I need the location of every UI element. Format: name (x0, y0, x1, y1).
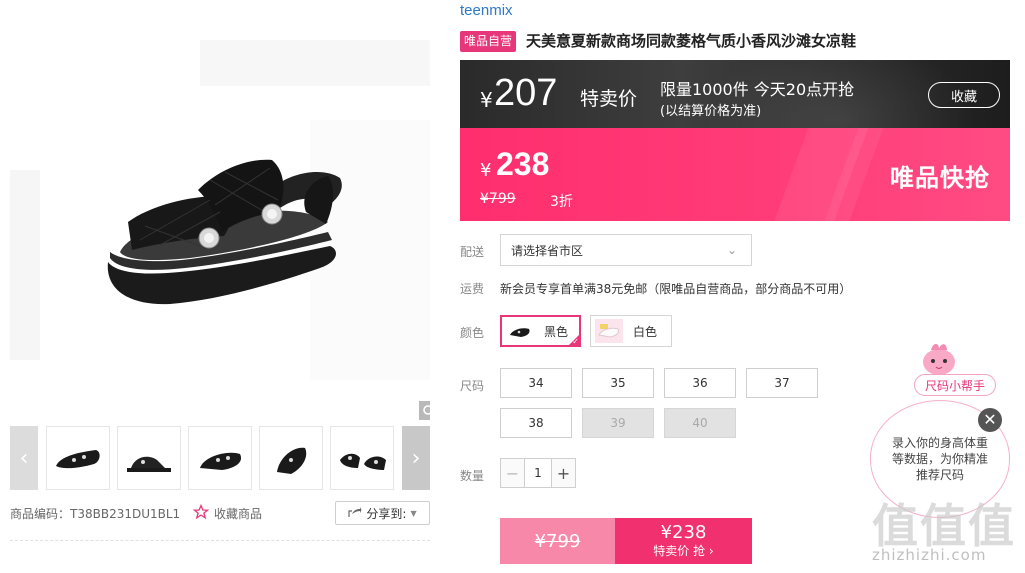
divider (10, 540, 430, 541)
share-button[interactable]: 分享到: ▼ (335, 501, 430, 525)
size-option[interactable]: 38 (500, 408, 572, 438)
thumbnail[interactable] (46, 426, 110, 490)
original-price: ¥799 (480, 191, 516, 207)
flash-price-note: (以结算价格为准) (660, 104, 762, 119)
share-icon (348, 506, 362, 521)
zoom-icon[interactable] (419, 401, 430, 420)
collect-button[interactable]: 收藏 (928, 82, 1000, 108)
brand-link[interactable]: teenmix (460, 2, 513, 19)
size-option[interactable]: 35 (582, 368, 654, 398)
thumbnail-strip: ‹ › (10, 426, 430, 490)
size-option[interactable]: 34 (500, 368, 572, 398)
size-option[interactable]: 37 (746, 368, 818, 398)
size-option-disabled: 40 (664, 408, 736, 438)
buy-now-button[interactable]: ¥238 特卖价 抢 › (615, 518, 752, 564)
chevron-left-icon[interactable]: ‹ (10, 426, 38, 490)
chevron-right-icon[interactable]: › (402, 426, 430, 490)
mascot-icon (923, 343, 955, 375)
price-bar: ¥ 238 ¥799 3折 唯品快抢 (460, 128, 1010, 221)
flash-price: 207 (494, 72, 558, 114)
buy-price: ¥238 (660, 522, 707, 543)
close-icon[interactable]: ✕ (978, 408, 1002, 432)
region-placeholder: 请选择省市区 (511, 243, 584, 258)
self-operated-badge: 唯品自营 (460, 31, 517, 52)
color-option-white[interactable]: 白色 (590, 315, 672, 347)
discount-label: 3折 (550, 194, 573, 210)
shipping-label: 运费 (460, 282, 485, 296)
decrease-button[interactable]: − (501, 459, 525, 487)
main-product-image[interactable] (10, 0, 430, 420)
quantity-value[interactable]: 1 (525, 459, 551, 487)
flash-currency: ¥ (480, 88, 493, 112)
share-label: 分享到: (366, 506, 407, 521)
quantity-label: 数量 (460, 469, 485, 483)
white-swatch (595, 319, 623, 343)
color-name: 白色 (633, 324, 658, 339)
sandal-image (107, 159, 342, 305)
color-label: 颜色 (460, 326, 485, 340)
shipping-info: 新会员专享首单满38元免邮（限唯品自营商品，部分商品不可用） (500, 282, 852, 296)
flash-price-label: 特卖价 (580, 88, 638, 110)
buy-label: 特卖价 抢 › (653, 544, 714, 558)
black-swatch (506, 319, 534, 343)
chevron-down-icon: ▼ (410, 508, 417, 518)
size-option-disabled: 39 (582, 408, 654, 438)
favorite-label: 收藏商品 (214, 507, 263, 521)
thumbnail[interactable] (117, 426, 181, 490)
region-select[interactable]: 请选择省市区 ⌄ (500, 234, 752, 266)
flash-sale-bar: ¥ 207 特卖价 限量1000件 今天20点开抢 (以结算价格为准) 收藏 (460, 60, 1010, 128)
check-mark: ✓ (572, 337, 579, 346)
color-name: 黑色 (544, 324, 569, 339)
color-option-black[interactable]: 黑色 ✓ (500, 315, 581, 347)
chevron-down-icon: ⌄ (726, 243, 737, 257)
favorite-product-link[interactable]: 收藏商品 (192, 503, 263, 523)
star-icon (192, 503, 210, 523)
watermark-url: zhizhizhi.com (872, 546, 987, 564)
increase-button[interactable]: + (551, 459, 575, 487)
sale-price: 238 (496, 146, 550, 182)
delivery-label: 配送 (460, 245, 485, 259)
quantity-stepper: − 1 + (500, 458, 576, 488)
vip-flash-banner: 唯品快抢 (890, 164, 990, 192)
thumbnail[interactable] (259, 426, 323, 490)
thumbnail[interactable] (330, 426, 394, 490)
sku-code: 商品编码：T38BB231DU1BL1 (10, 507, 181, 521)
size-helper-tag[interactable]: 尺码小帮手 (914, 374, 996, 396)
size-label: 尺码 (460, 379, 485, 393)
size-helper-text: 录入你的身高体重等数据，为你精准推荐尺码 (891, 436, 988, 482)
sale-currency: ¥ (480, 160, 492, 181)
original-price-button[interactable]: ¥799 (500, 518, 615, 564)
size-option[interactable]: 36 (664, 368, 736, 398)
product-title: 天美意夏新款商场同款菱格气质小香风沙滩女凉鞋 (526, 32, 857, 50)
flash-limit-text: 限量1000件 今天20点开抢 (660, 80, 855, 99)
thumbnail[interactable] (188, 426, 252, 490)
